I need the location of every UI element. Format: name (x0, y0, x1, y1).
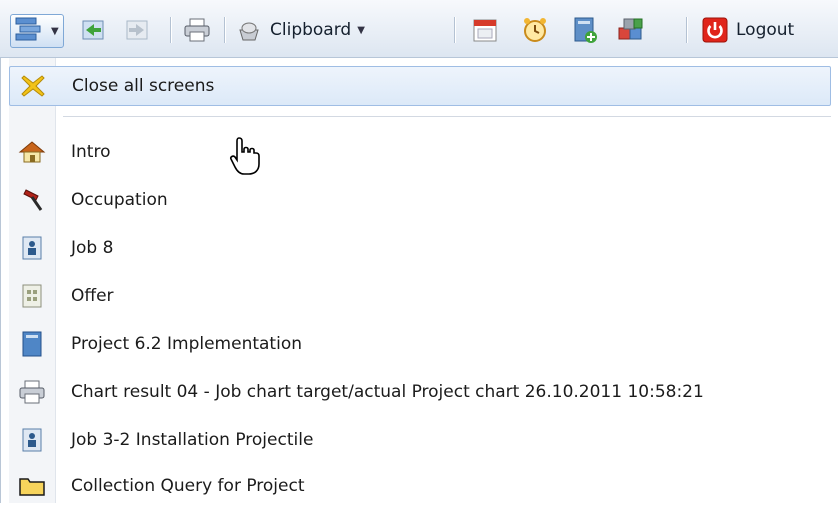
menu-item-intro[interactable]: Intro (9, 132, 831, 172)
print-button[interactable] (182, 14, 212, 46)
menu-item-occupation[interactable]: Occupation (9, 180, 831, 220)
menu-item-collection-query[interactable]: Collection Query for Project (9, 466, 831, 506)
logout-label: Logout (736, 20, 795, 40)
menu-item-job-3-2[interactable]: Job 3-2 Installation Projectile (9, 420, 831, 460)
clipboard-button[interactable]: Clipboard ▼ (234, 14, 365, 46)
screens-dropdown-menu: Close all screens Intro Occupation Job 8… (0, 58, 838, 503)
forward-icon (122, 15, 152, 45)
clipboard-label: Clipboard (270, 20, 352, 40)
modules-icon (616, 15, 646, 45)
menu-item-project-6-2[interactable]: Project 6.2 Implementation (9, 324, 831, 364)
menu-item-chart-result-04[interactable]: Chart result 04 - Job chart target/actua… (9, 372, 831, 412)
job-badge-icon (15, 232, 49, 264)
project-book-icon (15, 328, 49, 360)
logout-button[interactable]: Logout (700, 14, 794, 46)
menu-item-label: Chart result 04 - Job chart target/actua… (71, 382, 704, 402)
alarm-clock-icon (520, 15, 550, 45)
menu-item-offer[interactable]: Offer (9, 276, 831, 316)
back-button[interactable] (78, 14, 108, 46)
modules-button[interactable] (616, 14, 646, 46)
menu-item-label: Intro (71, 142, 111, 162)
menu-item-label: Offer (71, 286, 114, 306)
menu-item-label: Job 3-2 Installation Projectile (71, 430, 314, 450)
screens-menu-button[interactable]: ▼ (10, 14, 64, 48)
menu-item-label: Project 6.2 Implementation (71, 334, 302, 354)
menu-item-job-8[interactable]: Job 8 (9, 228, 831, 268)
menu-divider (63, 116, 831, 117)
menu-item-label: Job 8 (71, 238, 114, 258)
alarm-button[interactable] (520, 14, 550, 46)
folder-icon (15, 470, 49, 502)
screens-menu-icon (15, 17, 45, 45)
menu-item-label: Collection Query for Project (71, 476, 305, 496)
new-document-button[interactable] (570, 14, 600, 46)
back-icon (78, 15, 108, 45)
calendar-button[interactable] (470, 14, 500, 46)
hand-pointer-cursor (229, 136, 263, 180)
offer-icon (15, 280, 49, 312)
menu-item-label: Close all screens (72, 76, 215, 96)
close-all-icon (16, 70, 50, 102)
new-document-icon (570, 15, 600, 45)
hammer-icon (15, 184, 49, 216)
power-icon (700, 15, 730, 45)
chevron-down-icon: ▼ (357, 24, 365, 36)
forward-button[interactable] (122, 14, 152, 46)
toolbar: ▼ Clipboard ▼ Logout (0, 0, 838, 58)
home-icon (15, 136, 49, 168)
chevron-down-icon: ▼ (51, 25, 59, 37)
menu-item-label: Occupation (71, 190, 168, 210)
job-badge-icon (15, 424, 49, 456)
print-icon (182, 15, 212, 45)
calendar-icon (470, 15, 500, 45)
clipboard-icon (234, 15, 264, 45)
printer-icon (15, 376, 49, 408)
menu-item-close-all-screens[interactable]: Close all screens (9, 66, 831, 106)
